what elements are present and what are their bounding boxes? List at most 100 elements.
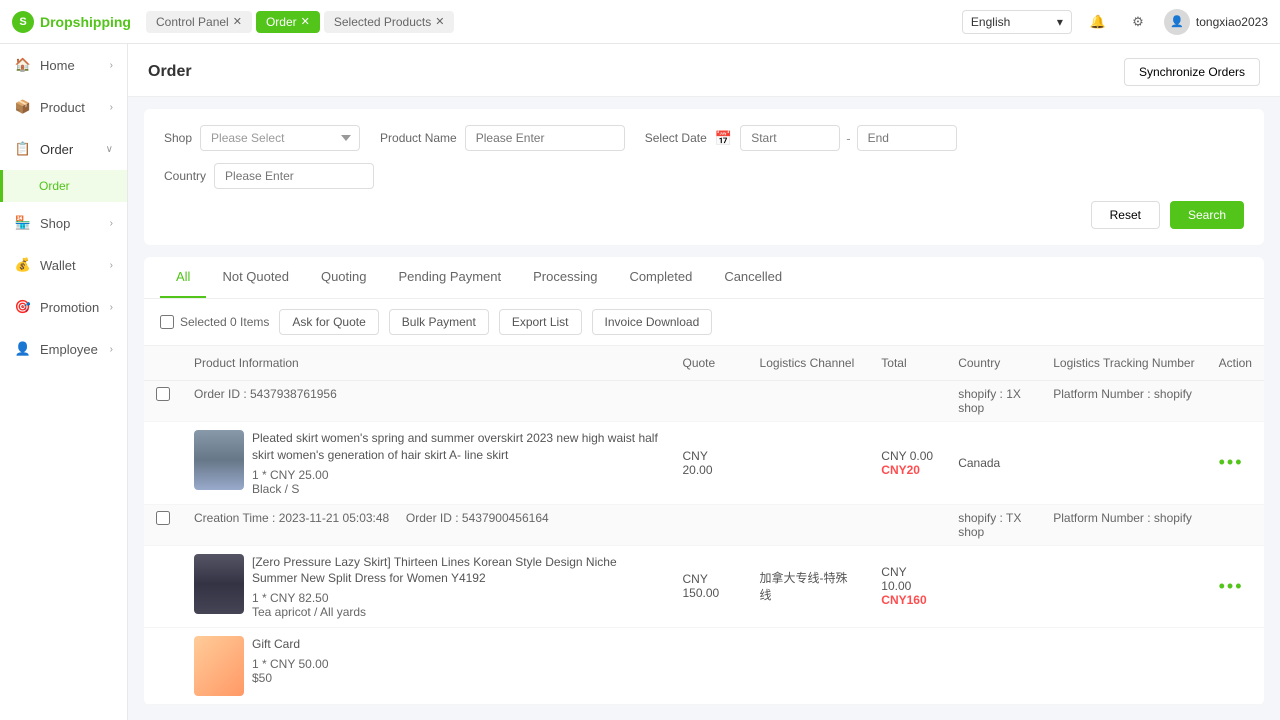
calendar-icon[interactable]: 📅: [715, 130, 732, 147]
order-1-id: Order ID : 5437938761956: [194, 387, 337, 401]
order-table: Product Information Quote Logistics Chan…: [144, 346, 1264, 705]
gear-icon: ⚙: [1132, 14, 1144, 30]
tab-pending-payment[interactable]: Pending Payment: [383, 257, 518, 298]
product-country-2: [946, 545, 1041, 628]
sidebar-label-order: Order: [32, 142, 106, 157]
sidebar-item-product[interactable]: 📦 Product ›: [0, 86, 127, 128]
sidebar-item-order[interactable]: 📋 Order ∨: [0, 128, 127, 170]
selected-count-label: Selected 0 Items: [180, 315, 269, 329]
bulk-payment-button[interactable]: Bulk Payment: [389, 309, 489, 335]
date-start-input[interactable]: [740, 125, 840, 151]
product-info-3: Gift Card 1 * CNY 50.00 $50: [194, 636, 659, 696]
product-quote-1: CNY 20.00: [671, 422, 748, 505]
order-1-platform: shopify : 1X shop: [958, 387, 1021, 415]
bell-icon: 🔔: [1090, 14, 1106, 30]
col-product-info: Product Information: [182, 346, 671, 381]
sidebar-label-product: Product: [32, 100, 110, 115]
tab-completed[interactable]: Completed: [613, 257, 708, 298]
order-list-area: All Not Quoted Quoting Pending Payment P…: [144, 257, 1264, 705]
product-details-2: [Zero Pressure Lazy Skirt] Thirteen Line…: [252, 554, 659, 620]
product-total-1: CNY 0.00CNY20: [869, 422, 946, 505]
col-total: Total: [869, 346, 946, 381]
tab-quoting[interactable]: Quoting: [305, 257, 383, 298]
user-menu[interactable]: 👤 tongxiao2023: [1164, 9, 1268, 35]
product-image-1: [194, 430, 244, 490]
product-name-filter-input[interactable]: [465, 125, 625, 151]
page-header: Order Synchronize Orders: [128, 44, 1280, 97]
language-selector[interactable]: English ▾: [962, 10, 1072, 34]
reset-button[interactable]: Reset: [1091, 201, 1160, 229]
close-selected-products-icon[interactable]: ✕: [435, 15, 444, 28]
select-all-checkbox[interactable]: [160, 315, 174, 329]
chevron-wallet-icon: ›: [110, 260, 113, 271]
search-button[interactable]: Search: [1170, 201, 1244, 229]
sidebar-label-home: Home: [32, 58, 110, 73]
order-1-checkbox[interactable]: [156, 387, 170, 401]
logo-text: Dropshipping: [40, 14, 131, 30]
order-2-checkbox[interactable]: [156, 511, 170, 525]
export-list-button[interactable]: Export List: [499, 309, 582, 335]
product-action-1[interactable]: •••: [1207, 422, 1264, 505]
wallet-icon: 💰: [14, 256, 32, 274]
product-tracking-3: [1041, 628, 1206, 705]
ask-for-quote-button[interactable]: Ask for Quote: [279, 309, 378, 335]
tab-all[interactable]: All: [160, 257, 206, 298]
close-order-icon[interactable]: ✕: [301, 15, 310, 28]
sidebar-item-promotion[interactable]: 🎯 Promotion ›: [0, 286, 127, 328]
sidebar-label-wallet: Wallet: [32, 258, 110, 273]
tab-selected-products[interactable]: Selected Products ✕: [324, 11, 455, 33]
col-quote: Quote: [671, 346, 748, 381]
sidebar-item-wallet[interactable]: 💰 Wallet ›: [0, 244, 127, 286]
country-filter-group: Country: [164, 163, 374, 189]
product-logistics-2: 加拿大专线-特殊线: [748, 545, 870, 628]
order-header-row-1: Order ID : 5437938761956 shopify : 1X sh…: [144, 381, 1264, 422]
order-1-platform-num: Platform Number : shopify: [1053, 387, 1192, 401]
date-end-input[interactable]: [857, 125, 957, 151]
date-filter-group: Select Date 📅 -: [645, 125, 957, 151]
sidebar-item-home[interactable]: 🏠 Home ›: [0, 44, 127, 86]
action-dots-2[interactable]: •••: [1219, 576, 1244, 596]
promotion-icon: 🎯: [14, 298, 32, 316]
sidebar-label-promotion: Promotion: [32, 300, 110, 315]
tab-processing[interactable]: Processing: [517, 257, 613, 298]
product-info-2: [Zero Pressure Lazy Skirt] Thirteen Line…: [194, 554, 659, 620]
invoice-download-button[interactable]: Invoice Download: [592, 309, 713, 335]
product-logistics-1: [748, 422, 870, 505]
tab-order[interactable]: Order ✕: [256, 11, 320, 33]
close-control-panel-icon[interactable]: ✕: [233, 15, 242, 28]
product-variant-3: $50: [252, 671, 659, 685]
col-logistics-tracking: Logistics Tracking Number: [1041, 346, 1206, 381]
action-dots-1[interactable]: •••: [1219, 452, 1244, 472]
country-filter-label: Country: [164, 169, 206, 183]
lang-dropdown-icon: ▾: [1057, 15, 1063, 29]
logo-icon: S: [12, 11, 34, 33]
product-qty-1: 1 * CNY 25.00: [252, 468, 659, 482]
synchronize-orders-button[interactable]: Synchronize Orders: [1124, 58, 1260, 86]
product-total-3: [869, 628, 946, 705]
product-image-2: [194, 554, 244, 614]
sidebar-item-shop[interactable]: 🏪 Shop ›: [0, 202, 127, 244]
logo: S Dropshipping: [12, 11, 140, 33]
sidebar-item-employee[interactable]: 👤 Employee ›: [0, 328, 127, 370]
product-action-2[interactable]: •••: [1207, 545, 1264, 628]
tab-not-quoted[interactable]: Not Quoted: [206, 257, 305, 298]
table-row: Gift Card 1 * CNY 50.00 $50: [144, 628, 1264, 705]
tab-cancelled[interactable]: Cancelled: [708, 257, 798, 298]
product-image-3: [194, 636, 244, 696]
notification-button[interactable]: 🔔: [1084, 8, 1112, 36]
table-row: Pleated skirt women's spring and summer …: [144, 422, 1264, 505]
product-name-1: Pleated skirt women's spring and summer …: [252, 430, 659, 464]
tab-control-panel[interactable]: Control Panel ✕: [146, 11, 252, 33]
shop-filter-select[interactable]: Please Select: [200, 125, 360, 151]
order-2-platform-num: Platform Number : shopify: [1053, 511, 1192, 525]
sidebar-subitem-order[interactable]: Order: [0, 170, 127, 202]
shop-icon: 🏪: [14, 214, 32, 232]
country-filter-input[interactable]: [214, 163, 374, 189]
product-action-3: [1207, 628, 1264, 705]
select-all-wrap: Selected 0 Items: [160, 315, 269, 329]
product-name-filter-group: Product Name: [380, 125, 625, 151]
chevron-employee-icon: ›: [110, 344, 113, 355]
product-country-1: Canada: [946, 422, 1041, 505]
order-icon: 📋: [14, 140, 32, 158]
settings-button[interactable]: ⚙: [1124, 8, 1152, 36]
